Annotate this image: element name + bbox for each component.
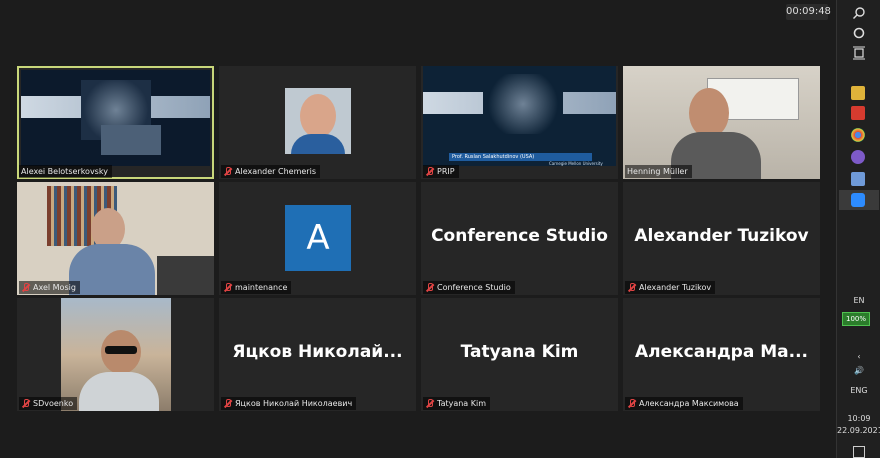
participant-name-label: Александра Максимова xyxy=(625,397,743,410)
language-indicator[interactable]: EN xyxy=(837,296,880,305)
meeting-window: 00:09:48 Alexei Belotserkovsky Alexander… xyxy=(0,0,836,458)
notification-icon[interactable] xyxy=(853,446,865,458)
participant-tile-chemeris[interactable]: Alexander Chemeris xyxy=(219,66,416,179)
participant-display-name: Tatyana Kim xyxy=(460,342,579,362)
shared-screen-thumbnail: Prof. Ruslan Salakhutdinov (USA) Carnegi… xyxy=(423,66,616,166)
clock-time[interactable]: 10:09 xyxy=(837,414,880,423)
taskbar: EN ‹ 🔊 ENG 10:09 22.09.2021 xyxy=(836,0,880,458)
muted-mic-icon xyxy=(21,283,30,292)
participant-display-name: Александра Ма... xyxy=(634,342,809,362)
meeting-timer: 00:09:48 xyxy=(786,4,831,20)
share-org: Carnegie Mellon University xyxy=(549,161,603,166)
share-subtitle: Prof. Ruslan Salakhutdinov (USA) xyxy=(449,153,592,161)
participant-tile-prip[interactable]: Prof. Ruslan Salakhutdinov (USA) Carnegi… xyxy=(421,66,618,179)
muted-mic-icon xyxy=(223,283,232,292)
app-icon[interactable] xyxy=(851,172,865,186)
participant-tile-aleksandra[interactable]: Александра Ма... Александра Максимова xyxy=(623,298,820,411)
participant-grid: Alexei Belotserkovsky Alexander Chemeris… xyxy=(17,66,820,411)
muted-mic-icon xyxy=(425,283,434,292)
viber-icon[interactable] xyxy=(851,150,865,164)
tray-chevron-icon[interactable]: ‹ xyxy=(837,352,880,361)
zoom-icon xyxy=(851,193,865,207)
participant-video xyxy=(285,88,351,154)
pdf-reader-icon[interactable] xyxy=(851,106,865,120)
muted-mic-icon xyxy=(627,283,636,292)
cortana-icon[interactable] xyxy=(851,26,867,42)
search-icon[interactable] xyxy=(851,6,867,22)
participant-name-label: Яцков Николай Николаевич xyxy=(221,397,357,410)
participant-name-label: Alexander Chemeris xyxy=(221,165,320,178)
zoom-taskbar-item[interactable] xyxy=(839,190,879,210)
participant-name-label: Henning Müller xyxy=(625,165,692,178)
participant-video xyxy=(17,182,214,295)
participant-tile-henning[interactable]: Henning Müller xyxy=(623,66,820,179)
participant-video xyxy=(623,66,820,179)
muted-mic-icon xyxy=(223,167,232,176)
shared-screen-thumbnail xyxy=(21,70,210,166)
participant-name-label: maintenance xyxy=(221,281,292,294)
participant-tile-tuzikov[interactable]: Alexander Tuzikov Alexander Tuzikov xyxy=(623,182,820,295)
participant-name-label: SDvoenko xyxy=(19,397,78,410)
muted-mic-icon xyxy=(21,399,30,408)
muted-mic-icon xyxy=(425,167,434,176)
participant-name-label: Tatyana Kim xyxy=(423,397,491,410)
battery-indicator[interactable]: 100% xyxy=(842,312,870,326)
participant-avatar: A xyxy=(285,205,351,271)
participant-name-label: Conference Studio xyxy=(423,281,515,294)
muted-mic-icon xyxy=(627,399,636,408)
participant-tile-maintenance[interactable]: A maintenance xyxy=(219,182,416,295)
participant-name-label: Alexei Belotserkovsky xyxy=(19,165,112,178)
clock-date[interactable]: 22.09.2021 xyxy=(837,426,880,435)
participant-tile-tatyana[interactable]: Tatyana Kim Tatyana Kim xyxy=(421,298,618,411)
muted-mic-icon xyxy=(425,399,434,408)
participant-name-label: PRIP xyxy=(423,165,459,178)
input-language[interactable]: ENG xyxy=(837,386,880,395)
participant-display-name: Conference Studio xyxy=(431,226,608,246)
participant-tile-yatskov[interactable]: Яцков Николай... Яцков Николай Николаеви… xyxy=(219,298,416,411)
participant-tile-axel[interactable]: Axel Mosig xyxy=(17,182,214,295)
participant-name-label: Alexander Tuzikov xyxy=(625,281,716,294)
file-explorer-icon[interactable] xyxy=(851,86,865,100)
participant-tile-conference-studio[interactable]: Conference Studio Conference Studio xyxy=(421,182,618,295)
muted-mic-icon xyxy=(223,399,232,408)
chrome-icon[interactable] xyxy=(851,128,865,142)
participant-video xyxy=(61,298,171,411)
participant-display-name: Alexander Tuzikov xyxy=(634,226,809,246)
participant-name-label: Axel Mosig xyxy=(19,281,80,294)
task-view-icon[interactable] xyxy=(851,46,867,62)
volume-icon[interactable]: 🔊 xyxy=(837,366,880,375)
participant-display-name: Яцков Николай... xyxy=(232,342,403,362)
participant-tile-alexei[interactable]: Alexei Belotserkovsky xyxy=(17,66,214,179)
participant-tile-sdvoenko[interactable]: SDvoenko xyxy=(17,298,214,411)
